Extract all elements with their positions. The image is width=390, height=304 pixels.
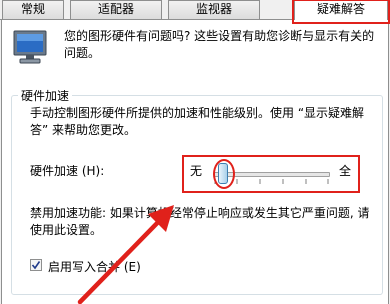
checkmark-icon	[31, 261, 41, 270]
tab-general[interactable]: 常规	[2, 0, 64, 19]
disable-acceleration-hint: 禁用加速功能: 如果计算机经常停止响应或发生其它严重问题, 请使用此设置。	[30, 206, 370, 237]
tab-monitor[interactable]: 监视器	[168, 0, 260, 19]
acceleration-label: 硬件加速 (H):	[30, 164, 105, 178]
write-combining-checkbox[interactable]	[30, 259, 42, 271]
highlight-box-tab	[292, 0, 390, 24]
monitor-icon	[13, 30, 47, 64]
group-title: 硬件加速	[18, 87, 73, 104]
tab-adapter[interactable]: 适配器	[70, 0, 162, 19]
write-combining-label[interactable]: 启用写入合并 (E)	[48, 258, 141, 275]
acceleration-description: 手动控制图形硬件所提供的加速和性能级别。使用 “显示疑难解答” 来帮助您更改。	[30, 106, 365, 137]
highlight-box-slider	[182, 155, 360, 193]
intro-text: 您的图形硬件有问题吗? 这些设置有助您诊断与显示有关的问题。	[64, 29, 375, 60]
highlight-ellipse-thumb	[213, 159, 235, 189]
